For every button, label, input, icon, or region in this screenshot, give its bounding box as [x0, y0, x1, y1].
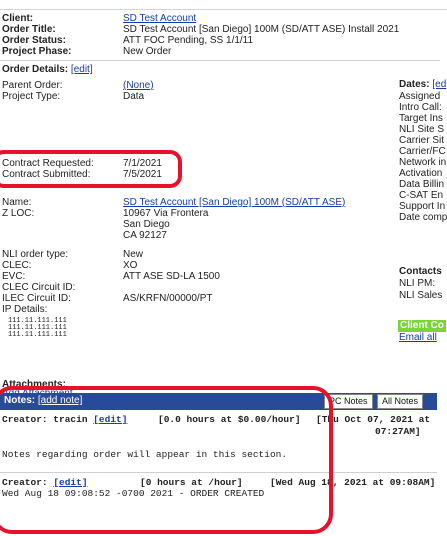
highlight-notes: [0, 386, 333, 534]
zloc-line-3: CA 92127: [123, 230, 167, 241]
dates-item: Date comp: [399, 212, 447, 223]
name-link[interactable]: SD Test Account [San Diego] 100M (SD/ATT…: [123, 197, 345, 208]
parent-order-link[interactable]: (None): [123, 80, 154, 91]
order-status-value: ATT FOC Pending, SS 1/1/11: [123, 35, 254, 46]
dates-title: Dates:: [399, 79, 430, 90]
order-details-edit-link[interactable]: [edit]: [71, 64, 93, 75]
project-type-label: Project Type:: [2, 91, 61, 102]
dates-item: Assigned: [399, 91, 441, 102]
client-link[interactable]: SD Test Account: [123, 13, 196, 24]
dates-item: Target Ins: [399, 113, 443, 124]
top-divider: [0, 9, 447, 10]
parent-order-label: Parent Order:: [2, 80, 63, 91]
ilec-circuit-value: AS/KRFN/00000/PT: [123, 293, 213, 304]
note-date-line-1: [Thu Oct 07, 2021 at: [316, 414, 431, 425]
zloc-line-2: San Diego: [123, 219, 170, 230]
dates-item: Carrier Sit: [399, 135, 445, 146]
project-phase-value: New Order: [123, 46, 172, 57]
all-notes-button[interactable]: All Notes: [377, 394, 424, 409]
section-divider: [0, 60, 440, 61]
contacts-title: Contacts: [399, 266, 442, 277]
highlight-contract-dates: [0, 150, 182, 188]
ilec-circuit-label: ILEC Circuit ID:: [2, 293, 71, 304]
dates-item: Data Billin: [399, 179, 445, 190]
client-label: Client:: [2, 13, 34, 24]
dates-item: Activation: [399, 168, 443, 179]
note-date-line-2: 07:27AM]: [375, 426, 421, 437]
order-status-label: Order Status:: [2, 35, 66, 46]
contacts-item: NLI PM:: [399, 278, 436, 289]
dates-item: Intro Call:: [399, 102, 442, 113]
dates-item: NLI Site S: [399, 124, 445, 135]
clec-value: XO: [123, 260, 138, 271]
zloc-line-1: 10967 Via Frontera: [123, 208, 209, 219]
contacts-item: NLI Sales: [399, 290, 443, 301]
dates-item: Network in: [399, 157, 447, 168]
order-details-title: Order Details:: [2, 64, 69, 75]
dates-item: Support In: [399, 201, 446, 212]
dates-edit-link[interactable]: [ed: [432, 79, 446, 90]
order-title-label: Order Title:: [2, 24, 56, 35]
divider-icon: |: [368, 395, 371, 406]
project-type-value: Data: [123, 91, 145, 102]
nli-order-type-label: NLI order type:: [2, 249, 69, 260]
project-phase-label: Project Phase:: [2, 46, 72, 57]
nli-order-type-value: New: [123, 249, 144, 260]
zloc-label: Z LOC:: [2, 208, 35, 219]
client-contacts-badge[interactable]: Client Co: [398, 320, 446, 332]
email-all-link[interactable]: Email all: [399, 332, 437, 344]
ip-line-3: 111.11.111.111: [8, 331, 67, 339]
clec-circuit-label: CLEC Circuit ID:: [2, 282, 76, 293]
name-label: Name:: [2, 197, 32, 208]
dates-item: C-SAT En: [399, 190, 444, 201]
clec-label: CLEC:: [2, 260, 32, 271]
evc-value: ATT ASE SD-LA 1500: [123, 271, 220, 282]
evc-label: EVC:: [2, 271, 26, 282]
ip-details-label: IP Details:: [2, 304, 48, 315]
dates-item: Carrier/FC: [399, 146, 446, 157]
order-title-value: SD Test Account [San Diego] 100M (SD/ATT…: [123, 24, 400, 35]
